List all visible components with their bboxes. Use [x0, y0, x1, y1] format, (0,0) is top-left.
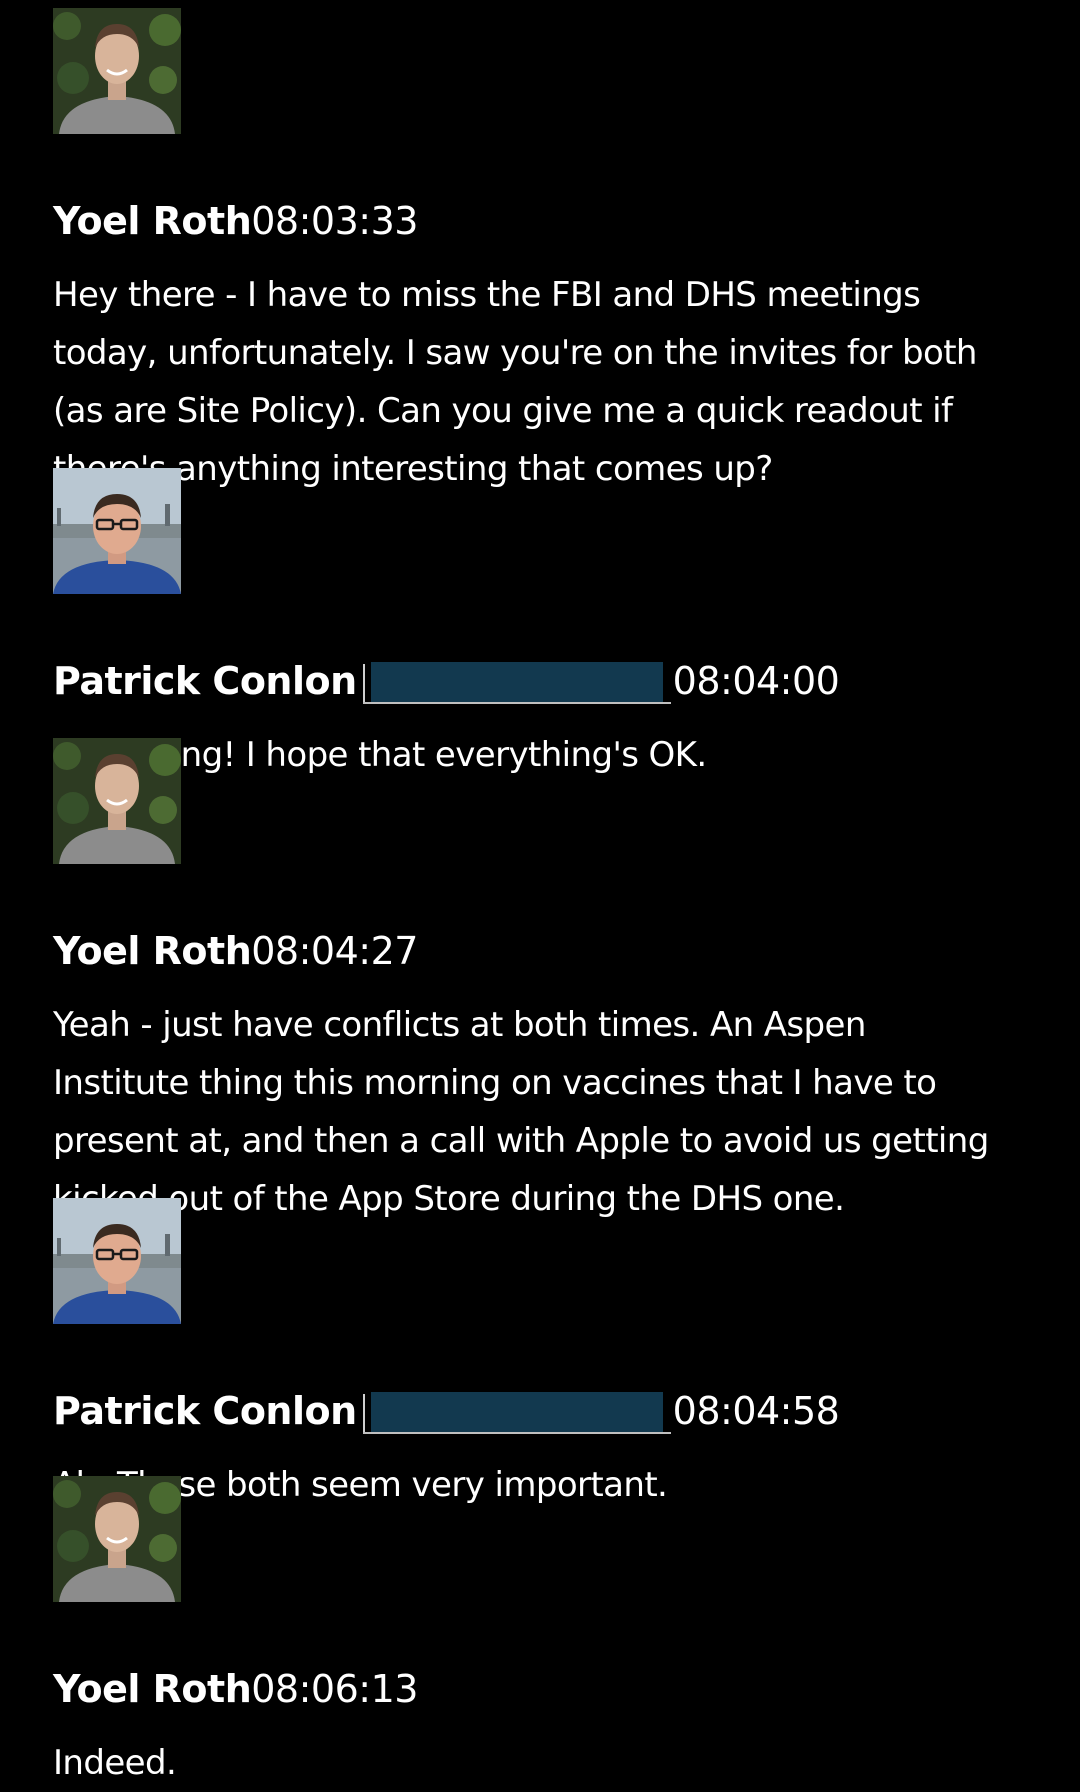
message-text: Ah. Those both seem very important.	[53, 1465, 668, 1505]
sender-name: Yoel Roth	[53, 1667, 252, 1711]
sender-name: Patrick Conlon	[53, 1389, 357, 1433]
message-timestamp: 08:06:13	[251, 1667, 418, 1711]
chat-transcript: Yoel Roth 08:03:33 Hey there - I have to …	[0, 0, 1080, 1783]
message-timestamp: 08:04:00	[672, 659, 840, 703]
avatar-patrick-conlon[interactable]	[53, 1198, 181, 1324]
message-timestamp: 08:04:58	[672, 1389, 840, 1433]
message-text: Sure thing! I hope that everything's OK.	[53, 735, 707, 775]
user-photo-icon	[53, 1476, 181, 1602]
user-photo-icon	[53, 738, 181, 864]
message-text: Indeed.	[53, 1743, 177, 1783]
message-header: Patrick Conlon 08:04:00	[53, 658, 840, 704]
user-photo-icon	[53, 468, 181, 594]
avatar-yoel-roth[interactable]	[53, 738, 181, 864]
message-text: Hey there - I have to miss the FBI and D…	[53, 275, 977, 489]
message-timestamp: 08:04:27	[251, 929, 418, 973]
sender-name: Yoel Roth	[53, 929, 252, 973]
redaction-bar	[362, 1392, 671, 1434]
message-timestamp: 08:03:33	[251, 199, 418, 243]
sender-name: Patrick Conlon	[53, 659, 357, 703]
message-header: Yoel Roth 08:06:13	[53, 1666, 418, 1712]
message-header: Yoel Roth 08:04:27	[53, 928, 418, 974]
avatar-yoel-roth[interactable]	[53, 8, 181, 134]
user-photo-icon	[53, 8, 181, 134]
redaction-bar	[362, 662, 671, 704]
user-photo-icon	[53, 1198, 181, 1324]
avatar-yoel-roth[interactable]	[53, 1476, 181, 1602]
message-header: Patrick Conlon 08:04:58	[53, 1388, 840, 1434]
avatar-patrick-conlon[interactable]	[53, 468, 181, 594]
message-header: Yoel Roth 08:03:33	[53, 198, 418, 244]
message-text: Yeah - just have conflicts at both times…	[53, 1005, 989, 1219]
sender-name: Yoel Roth	[53, 199, 252, 243]
